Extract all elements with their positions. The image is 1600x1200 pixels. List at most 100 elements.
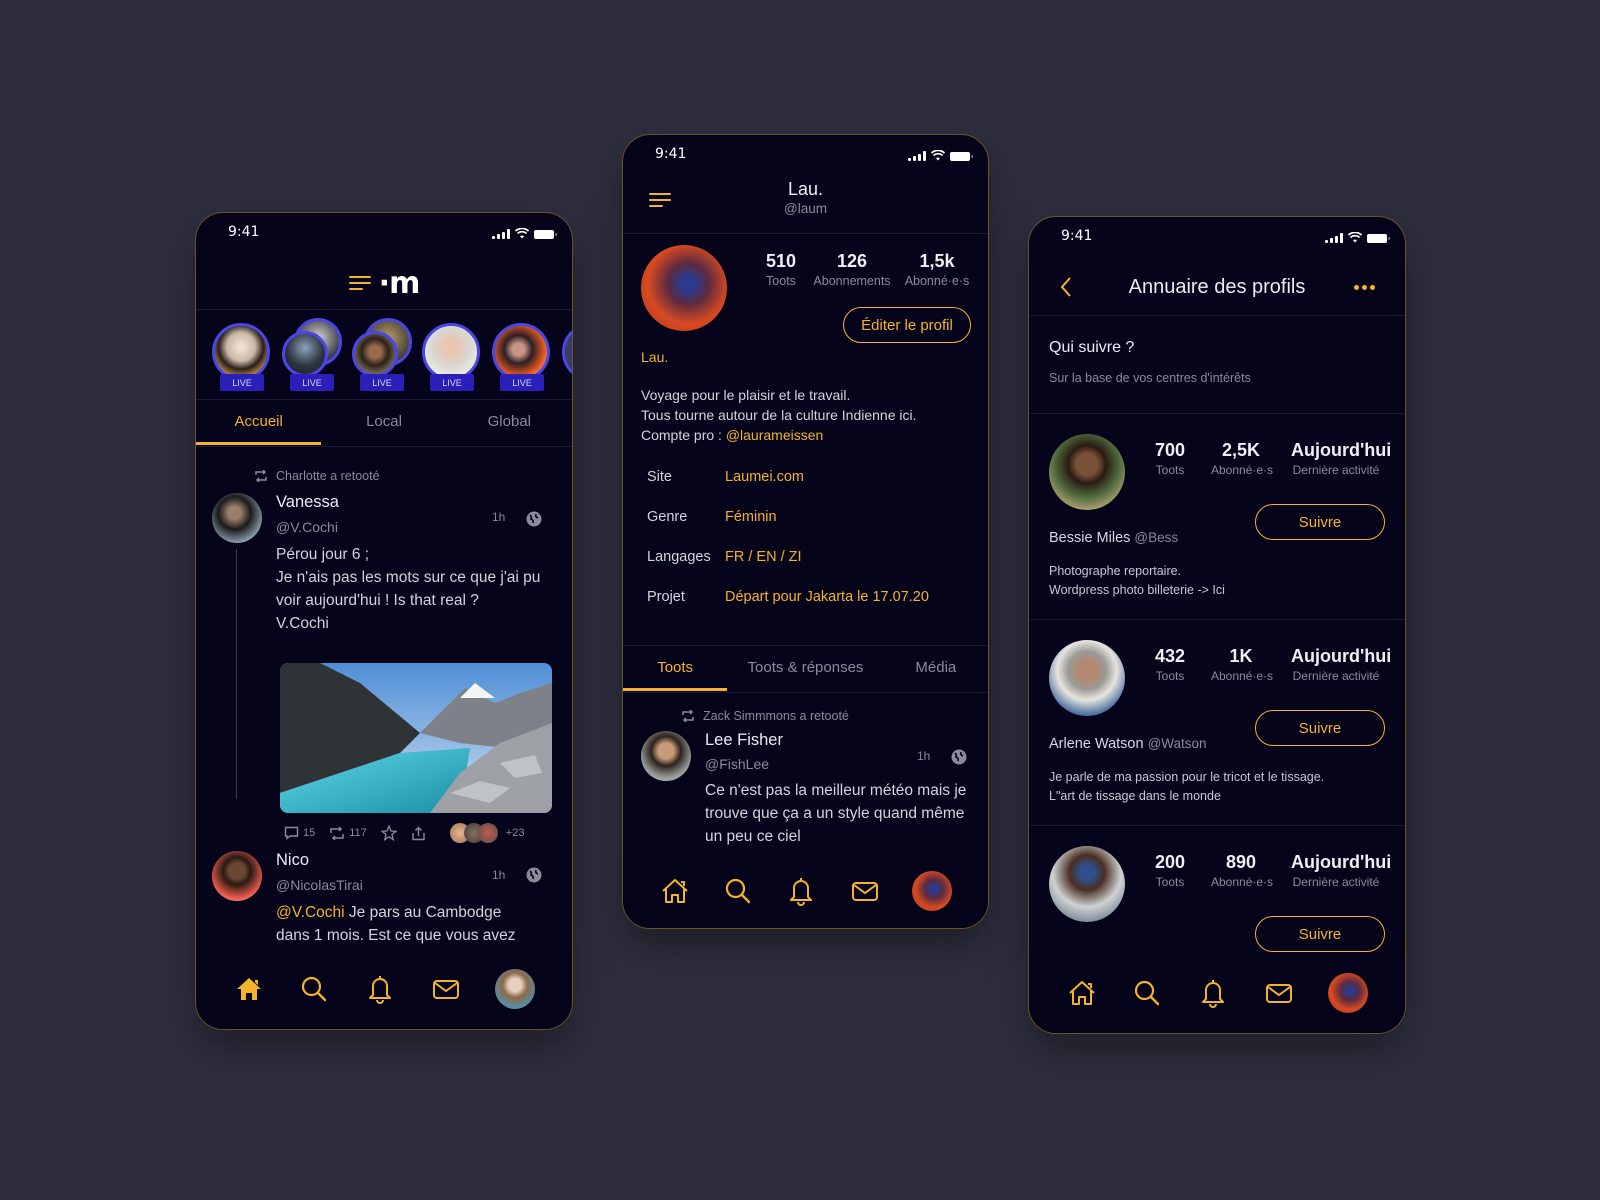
favourite-star-icon[interactable] [380,825,397,841]
post-item[interactable]: Nico @NicolasTirai 1h @V.Cochi Je pars a… [196,851,572,961]
woman-red-jacket-avatar [492,323,550,381]
story-live-partial[interactable] [562,323,572,391]
display-name: Lau. [641,349,669,365]
follow-button[interactable]: Suivre [1255,504,1385,540]
reply-icon [284,826,299,840]
profile-card[interactable]: 432 Toots 1K Abonné·e·s Aujourd'hui Dernièr… [1029,619,1405,825]
post-author-handle[interactable]: @NicolasTirai [276,877,363,893]
profile-avatar[interactable] [641,245,727,331]
profile-stats: 700 Toots 2,5K Abonné·e·s Aujourd'hui Derni… [1154,440,1392,477]
tab-toots[interactable]: Toots [623,645,728,691]
section-subtitle: Sur la base de vos centres d'intérêts [1049,371,1251,385]
nico-avatar[interactable] [212,851,262,901]
share-icon[interactable] [411,826,426,841]
battery-icon [1367,234,1390,243]
mail-icon[interactable] [430,973,462,1005]
live-badge: LIVE [360,374,404,391]
post-time: 1h [492,868,506,882]
group-woman-curly-avatar [352,331,398,377]
field-row: Genre Féminin [647,509,777,525]
search-icon[interactable] [298,973,330,1005]
post-author-name[interactable]: Lee Fisher [705,731,783,750]
site-link[interactable]: Laumei.com [725,469,804,485]
mention-link[interactable]: @V.Cochi [276,904,345,921]
likers-avatars[interactable]: +23 [449,823,525,843]
live-badge: LIVE [220,374,264,391]
profile-name[interactable]: Bessie Miles @Bess [1049,530,1178,546]
thread-line [236,549,237,799]
more-options-icon[interactable] [1354,285,1375,290]
profile-header: Lau. @laum [623,179,988,231]
story-live[interactable]: LIVE [212,323,270,391]
post-time: 1h [917,749,931,763]
bell-icon[interactable] [364,973,396,1005]
phone-profile-directory: 9:41 Annuaire des profils Qui suivre ? S… [1028,216,1406,1034]
status-bar: 9:41 [623,135,988,175]
post-item[interactable]: Zack Simmmons a retooté Lee Fisher @Fish… [623,709,988,849]
tab-media[interactable]: Média [884,645,988,691]
woman-orange-dress-avatar [212,323,270,381]
profile-avatar[interactable] [495,969,536,1009]
lee-fisher-avatar[interactable] [641,731,691,781]
bell-icon[interactable] [785,875,817,907]
pro-account-link[interactable]: @laurameissen [726,427,823,443]
home-icon[interactable] [233,973,265,1005]
directory-header: Annuaire des profils [1029,265,1405,309]
status-bar: 9:41 [196,213,572,253]
story-live[interactable]: LIVE [492,323,550,391]
follow-button[interactable]: Suivre [1255,710,1385,746]
battery-icon [534,230,557,239]
bessie-miles-avatar[interactable] [1049,434,1125,510]
extra-likers-count: +23 [505,827,525,839]
field-row: Site Laumei.com [647,469,804,485]
reblog-text: Zack Simmmons a retooté [703,709,849,723]
search-icon[interactable] [722,875,754,907]
third-profile-avatar[interactable] [1049,846,1125,922]
mail-icon[interactable] [1263,977,1295,1009]
home-icon[interactable] [1066,977,1098,1009]
profile-bio: Photographe reportaire. Wordpress photo … [1049,564,1225,597]
reblog-icon [682,710,694,722]
menu-icon[interactable] [348,276,371,290]
tab-global[interactable]: Global [447,399,572,445]
tab-toots-replies[interactable]: Toots & réponses [727,645,883,691]
story-live[interactable]: LIVE [282,318,342,391]
edit-profile-button[interactable]: Éditer le profil [843,307,971,343]
profile-stats: 200 Toots 890 Abonné·e·s Aujourd'hui Derniè… [1154,852,1392,889]
section-title: Qui suivre ? [1049,339,1135,356]
stat-following[interactable]: 126 Abonnements [807,251,897,288]
reblog-button[interactable]: 117 [329,826,367,840]
stat-followers[interactable]: 1,5k Abonné·e·s [897,251,977,288]
arlene-watson-avatar[interactable] [1049,640,1125,716]
live-badge: LIVE [290,374,334,391]
field-row: Langages FR / EN / ZI [647,549,802,565]
globe-icon [951,749,967,765]
post-author-name[interactable]: Nico [276,851,309,870]
post-author-handle[interactable]: @FishLee [705,756,769,772]
wifi-icon [1348,232,1362,243]
home-icon[interactable] [659,875,691,907]
profile-name[interactable]: Arlene Watson @Watson [1049,736,1207,752]
mail-icon[interactable] [849,875,881,907]
status-time: 9:41 [228,224,260,240]
reply-button[interactable]: 15 [284,826,315,840]
bottom-nav [196,949,572,1029]
bell-icon[interactable] [1197,977,1229,1009]
story-live[interactable]: LIVE [352,318,412,391]
field-row: Projet Départ pour Jakarta le 17.07.20 [647,589,929,605]
stat-toots[interactable]: 510 Toots [755,251,807,288]
mountain-lake-photo[interactable] [280,663,552,813]
phone-profile: 9:41 Lau. @laum 510 Toots 126 Abonnements … [622,134,989,929]
back-chevron-icon[interactable] [1059,275,1073,299]
search-icon[interactable] [1131,977,1163,1009]
globe-icon [526,867,542,883]
profile-avatar[interactable] [912,871,953,911]
signal-icon [1325,233,1343,243]
wifi-icon [515,228,529,239]
profile-avatar[interactable] [1328,973,1369,1013]
post-time: 1h [492,510,506,524]
bottom-nav [623,854,988,928]
profile-card[interactable]: 700 Toots 2,5K Abonné·e·s Aujourd'hui Derni… [1029,413,1405,619]
follow-button[interactable]: Suivre [1255,916,1385,952]
story-live[interactable]: LIVE [422,323,480,391]
